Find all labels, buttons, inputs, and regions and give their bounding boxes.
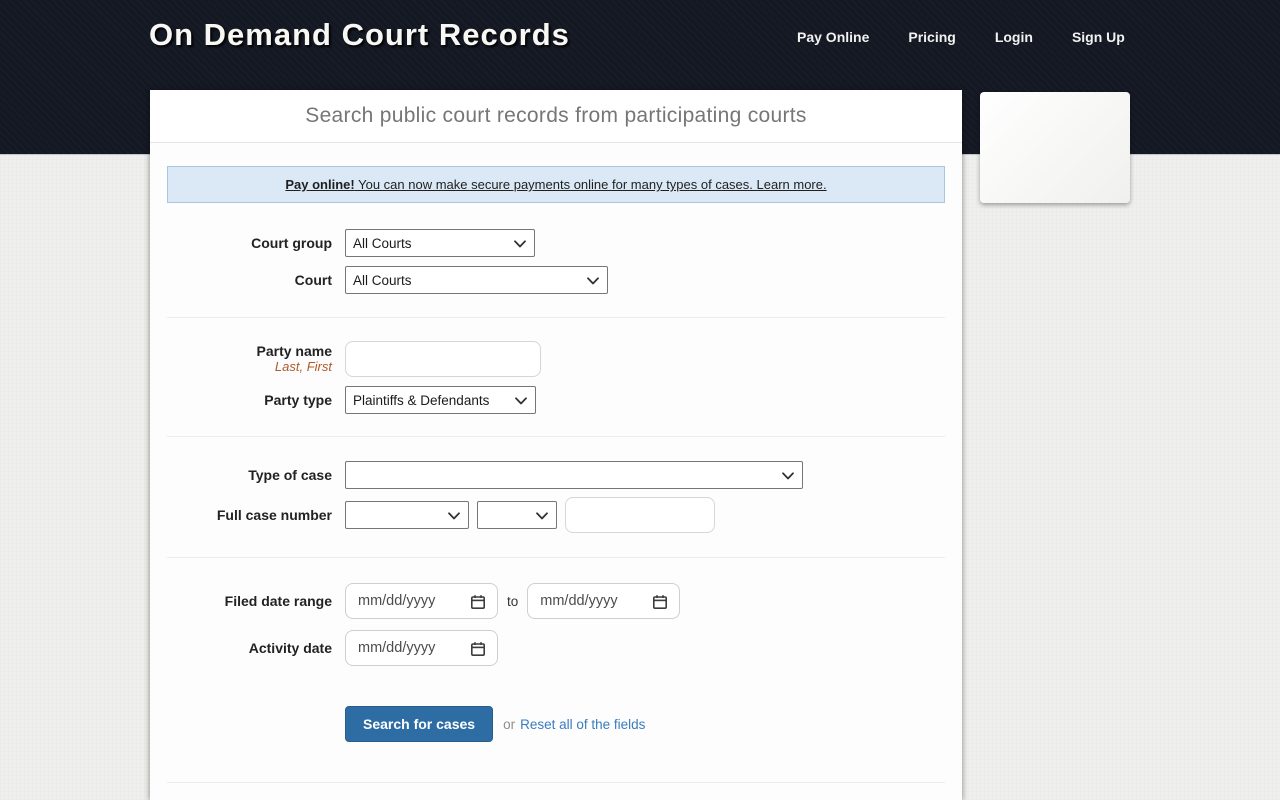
pay-online-banner-link[interactable]: Pay online! You can now make secure paym… [285,177,826,192]
date-range-separator: to [507,593,519,609]
reset-link[interactable]: Reset all of the fields [520,717,645,732]
activity-date-label: Activity date [248,639,332,656]
filed-date-range-label: Filed date range [224,592,332,609]
court-select[interactable]: All Courts [345,266,608,294]
search-card: Search public court records from partici… [150,90,962,800]
court-group-select[interactable]: All Courts [345,229,535,257]
type-of-case-select[interactable] [345,461,803,489]
pay-online-banner: Pay online! You can now make secure paym… [167,166,945,203]
type-of-case-label: Type of case [248,466,332,483]
promo-box [980,92,1130,203]
court-select-value: All Courts [353,272,412,288]
card-header: Search public court records from partici… [150,90,962,143]
party-name-hint: Last, First [274,358,332,374]
pay-online-banner-text: You can now make secure payments online … [354,177,827,192]
nav-pay-online[interactable]: Pay Online [797,29,869,45]
section-divider [167,317,945,318]
party-name-label: Party name Last, First [167,343,332,374]
type-of-case-row: Type of case [167,461,945,489]
actions-row: Search for cases or Reset all of the fie… [167,706,945,742]
chevron-down-icon [515,397,527,405]
site-logo[interactable]: On Demand Court Records [149,17,570,53]
nav-pricing[interactable]: Pricing [908,29,955,45]
filed-date-from-input[interactable]: mm/dd/yyyy [345,583,498,619]
chevron-down-icon [514,240,526,248]
court-row: Court All Courts [167,266,945,294]
chevron-down-icon [782,472,794,480]
filed-date-to-input[interactable]: mm/dd/yyyy [527,583,681,619]
activity-date-row: Activity date mm/dd/yyyy [167,630,945,666]
date-placeholder: mm/dd/yyyy [540,593,618,609]
nav-signup[interactable]: Sign Up [1072,29,1125,45]
court-group-row: Court group All Courts [167,229,945,257]
activity-date-input[interactable]: mm/dd/yyyy [345,630,498,666]
party-type-row: Party type Plaintiffs & Defendants [167,386,945,414]
chevron-down-icon [587,277,599,285]
chevron-down-icon [536,512,548,520]
search-button[interactable]: Search for cases [345,706,494,742]
court-group-label: Court group [251,234,332,251]
chevron-down-icon [448,512,460,520]
calendar-icon[interactable] [470,641,486,657]
section-divider [167,557,945,558]
calendar-icon[interactable] [470,594,486,610]
court-group-select-value: All Courts [353,235,412,251]
party-type-select[interactable]: Plaintiffs & Defendants [345,386,536,414]
date-placeholder: mm/dd/yyyy [358,640,436,656]
section-divider [167,782,945,783]
party-name-input[interactable] [345,341,541,377]
section-divider [167,436,945,437]
party-name-row: Party name Last, First [167,341,945,377]
nav-login[interactable]: Login [995,29,1033,45]
court-label: Court [294,271,332,288]
case-number-select-1[interactable] [345,501,469,529]
full-case-number-row: Full case number [167,497,945,533]
pay-online-banner-bold: Pay online! [285,177,355,192]
calendar-icon[interactable] [652,594,668,610]
main-nav: Pay Online Pricing Login Sign Up [797,29,1125,45]
or-text: or [503,716,516,732]
full-case-number-label: Full case number [216,506,332,523]
case-number-select-2[interactable] [477,501,557,529]
case-number-input[interactable] [565,497,715,533]
search-form: Pay online! You can now make secure paym… [150,166,962,783]
party-type-label: Party type [264,391,332,408]
filed-date-range-row: Filed date range mm/dd/yyyy to mm/dd/yyy… [167,583,945,619]
party-name-label-text: Party name [256,343,332,360]
page-title: Search public court records from partici… [305,104,807,127]
party-type-select-value: Plaintiffs & Defendants [353,392,490,408]
date-placeholder: mm/dd/yyyy [358,593,436,609]
